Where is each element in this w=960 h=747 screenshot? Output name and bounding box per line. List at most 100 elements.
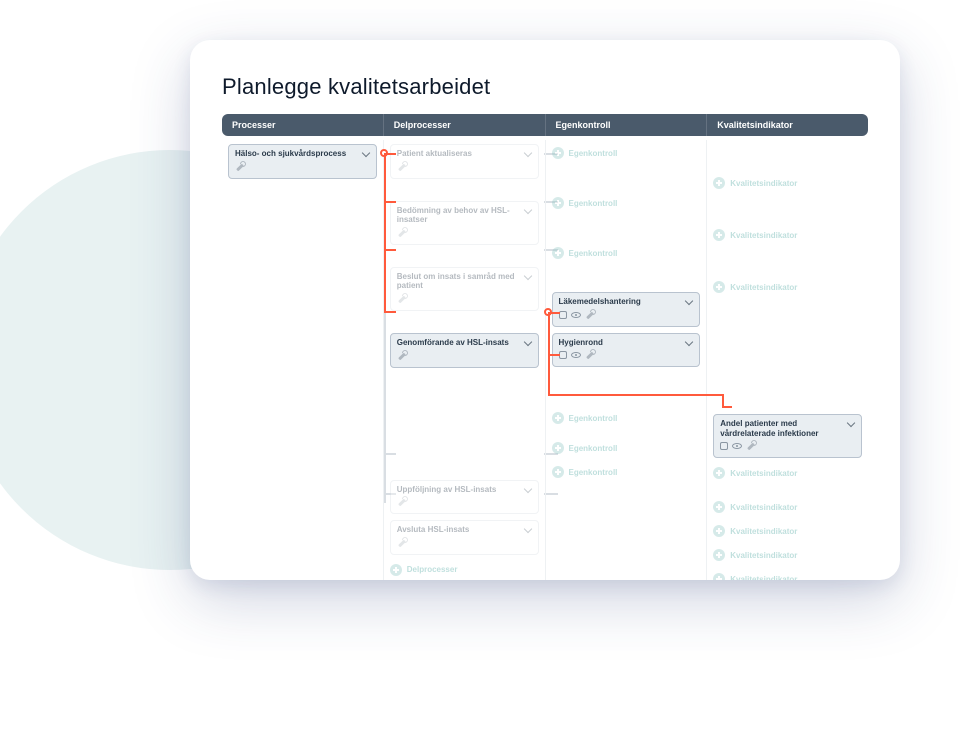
chevron-down-icon: [848, 420, 855, 427]
add-subprocess-label: Delprocesser: [407, 565, 458, 574]
plus-icon: [552, 147, 564, 159]
eye-icon[interactable]: [571, 312, 581, 318]
planning-grid: Hälso- och sjukvårdsprocess Patient aktu…: [222, 140, 868, 580]
add-egenkontroll-button[interactable]: Egenkontroll: [552, 463, 701, 481]
column-kvalitetsindikator: Kvalitetsindikator Kvalitetsindikator Kv…: [707, 140, 868, 580]
egenkontroll-title: Hygienrond: [559, 338, 694, 348]
chevron-down-icon: [686, 298, 693, 305]
subprocess-title: Bedömning av behov av HSL-insatser: [397, 206, 532, 225]
column-processer: Hälso- och sjukvårdsprocess: [222, 140, 384, 580]
add-kvalitetsindikator-button[interactable]: Kvalitetsindikator: [713, 464, 862, 482]
wrench-icon[interactable]: [397, 162, 407, 172]
column-header-processer: Processer: [222, 114, 384, 136]
column-delprocesser: Patient aktualiseras Bedömning av behov …: [384, 140, 546, 580]
subprocess-card[interactable]: Uppföljning av HSL-insats: [390, 480, 539, 515]
ghost-label: Kvalitetsindikator: [730, 503, 797, 512]
link-icon[interactable]: [720, 442, 728, 450]
add-kvalitetsindikator-button[interactable]: Kvalitetsindikator: [713, 546, 862, 564]
ghost-label: Kvalitetsindikator: [730, 527, 797, 536]
column-header-kvalitetsindikator: Kvalitetsindikator: [707, 114, 868, 136]
add-kvalitetsindikator-button[interactable]: Kvalitetsindikator: [713, 522, 862, 540]
ghost-label: Egenkontroll: [569, 199, 618, 208]
add-subprocess-button[interactable]: Delprocesser: [390, 561, 539, 579]
column-egenkontroll: Egenkontroll Egenkontroll Egenkontroll L…: [546, 140, 708, 580]
wrench-icon[interactable]: [585, 310, 595, 320]
subprocess-title: Avsluta HSL-insats: [397, 525, 532, 535]
plus-icon: [713, 501, 725, 513]
subprocess-title: Genomförande av HSL-insats: [397, 338, 532, 348]
kvalitetsindikator-card[interactable]: Andel patienter med vårdrelaterade infek…: [713, 414, 862, 458]
plus-icon: [552, 442, 564, 454]
ghost-label: Egenkontroll: [569, 468, 618, 477]
add-kvalitetsindikator-button[interactable]: Kvalitetsindikator: [713, 174, 862, 192]
wrench-icon[interactable]: [746, 441, 756, 451]
process-card-title: Hälso- och sjukvårdsprocess: [235, 149, 370, 159]
ghost-label: Kvalitetsindikator: [730, 575, 797, 580]
column-header-egenkontroll: Egenkontroll: [546, 114, 708, 136]
wrench-icon[interactable]: [397, 538, 407, 548]
chevron-down-icon: [525, 526, 532, 533]
subprocess-card[interactable]: Patient aktualiseras: [390, 144, 539, 179]
plus-icon: [713, 573, 725, 580]
page-title: Planlegge kvalitetsarbeidet: [222, 74, 868, 100]
subprocess-title: Uppföljning av HSL-insats: [397, 485, 532, 495]
ghost-label: Egenkontroll: [569, 414, 618, 423]
add-kvalitetsindikator-button[interactable]: Kvalitetsindikator: [713, 278, 862, 296]
subprocess-card-active[interactable]: Genomförande av HSL-insats: [390, 333, 539, 368]
ghost-label: Kvalitetsindikator: [730, 231, 797, 240]
ghost-label: Kvalitetsindikator: [730, 551, 797, 560]
chevron-down-icon: [525, 207, 532, 214]
eye-icon[interactable]: [732, 443, 742, 449]
plus-icon: [713, 229, 725, 241]
chevron-down-icon: [525, 339, 532, 346]
ghost-label: Kvalitetsindikator: [730, 283, 797, 292]
process-card[interactable]: Hälso- och sjukvårdsprocess: [228, 144, 377, 179]
chevron-down-icon: [525, 150, 532, 157]
columns-header: Processer Delprocesser Egenkontroll Kval…: [222, 114, 868, 136]
ghost-label: Kvalitetsindikator: [730, 179, 797, 188]
subprocess-card[interactable]: Bedömning av behov av HSL-insatser: [390, 201, 539, 245]
ghost-label: Egenkontroll: [569, 249, 618, 258]
egenkontroll-card[interactable]: Hygienrond: [552, 333, 701, 368]
add-kvalitetsindikator-button[interactable]: Kvalitetsindikator: [713, 226, 862, 244]
add-kvalitetsindikator-button[interactable]: Kvalitetsindikator: [713, 498, 862, 516]
plus-icon: [552, 412, 564, 424]
ghost-label: Egenkontroll: [569, 149, 618, 158]
add-egenkontroll-button[interactable]: Egenkontroll: [552, 194, 701, 212]
plus-icon: [713, 549, 725, 561]
chevron-down-icon: [686, 339, 693, 346]
subprocess-title: Patient aktualiseras: [397, 149, 532, 159]
chevron-down-icon: [363, 150, 370, 157]
wrench-icon[interactable]: [397, 228, 407, 238]
add-egenkontroll-button[interactable]: Egenkontroll: [552, 409, 701, 427]
egenkontroll-title: Läkemedelshantering: [559, 297, 694, 307]
wrench-icon[interactable]: [585, 350, 595, 360]
plus-icon: [552, 466, 564, 478]
add-egenkontroll-button[interactable]: Egenkontroll: [552, 144, 701, 162]
wrench-icon[interactable]: [397, 294, 407, 304]
add-kvalitetsindikator-button[interactable]: Kvalitetsindikator: [713, 570, 862, 580]
plus-icon: [552, 247, 564, 259]
add-egenkontroll-button[interactable]: Egenkontroll: [552, 244, 701, 262]
chevron-down-icon: [525, 486, 532, 493]
plus-icon: [552, 197, 564, 209]
wrench-icon[interactable]: [397, 351, 407, 361]
wrench-icon[interactable]: [397, 497, 407, 507]
plus-icon: [713, 467, 725, 479]
subprocess-title: Beslut om insats i samråd med patient: [397, 272, 532, 291]
plus-icon: [713, 525, 725, 537]
wrench-icon[interactable]: [235, 162, 245, 172]
add-egenkontroll-button[interactable]: Egenkontroll: [552, 439, 701, 457]
eye-icon[interactable]: [571, 352, 581, 358]
chevron-down-icon: [525, 273, 532, 280]
plus-icon: [713, 281, 725, 293]
ghost-label: Egenkontroll: [569, 444, 618, 453]
subprocess-card[interactable]: Beslut om insats i samråd med patient: [390, 267, 539, 311]
plus-icon: [390, 564, 402, 576]
subprocess-card[interactable]: Avsluta HSL-insats: [390, 520, 539, 555]
column-header-delprocesser: Delprocesser: [384, 114, 546, 136]
egenkontroll-card[interactable]: Läkemedelshantering: [552, 292, 701, 327]
plus-icon: [713, 177, 725, 189]
kvalitetsindikator-title: Andel patienter med vårdrelaterade infek…: [720, 419, 855, 438]
ghost-label: Kvalitetsindikator: [730, 469, 797, 478]
